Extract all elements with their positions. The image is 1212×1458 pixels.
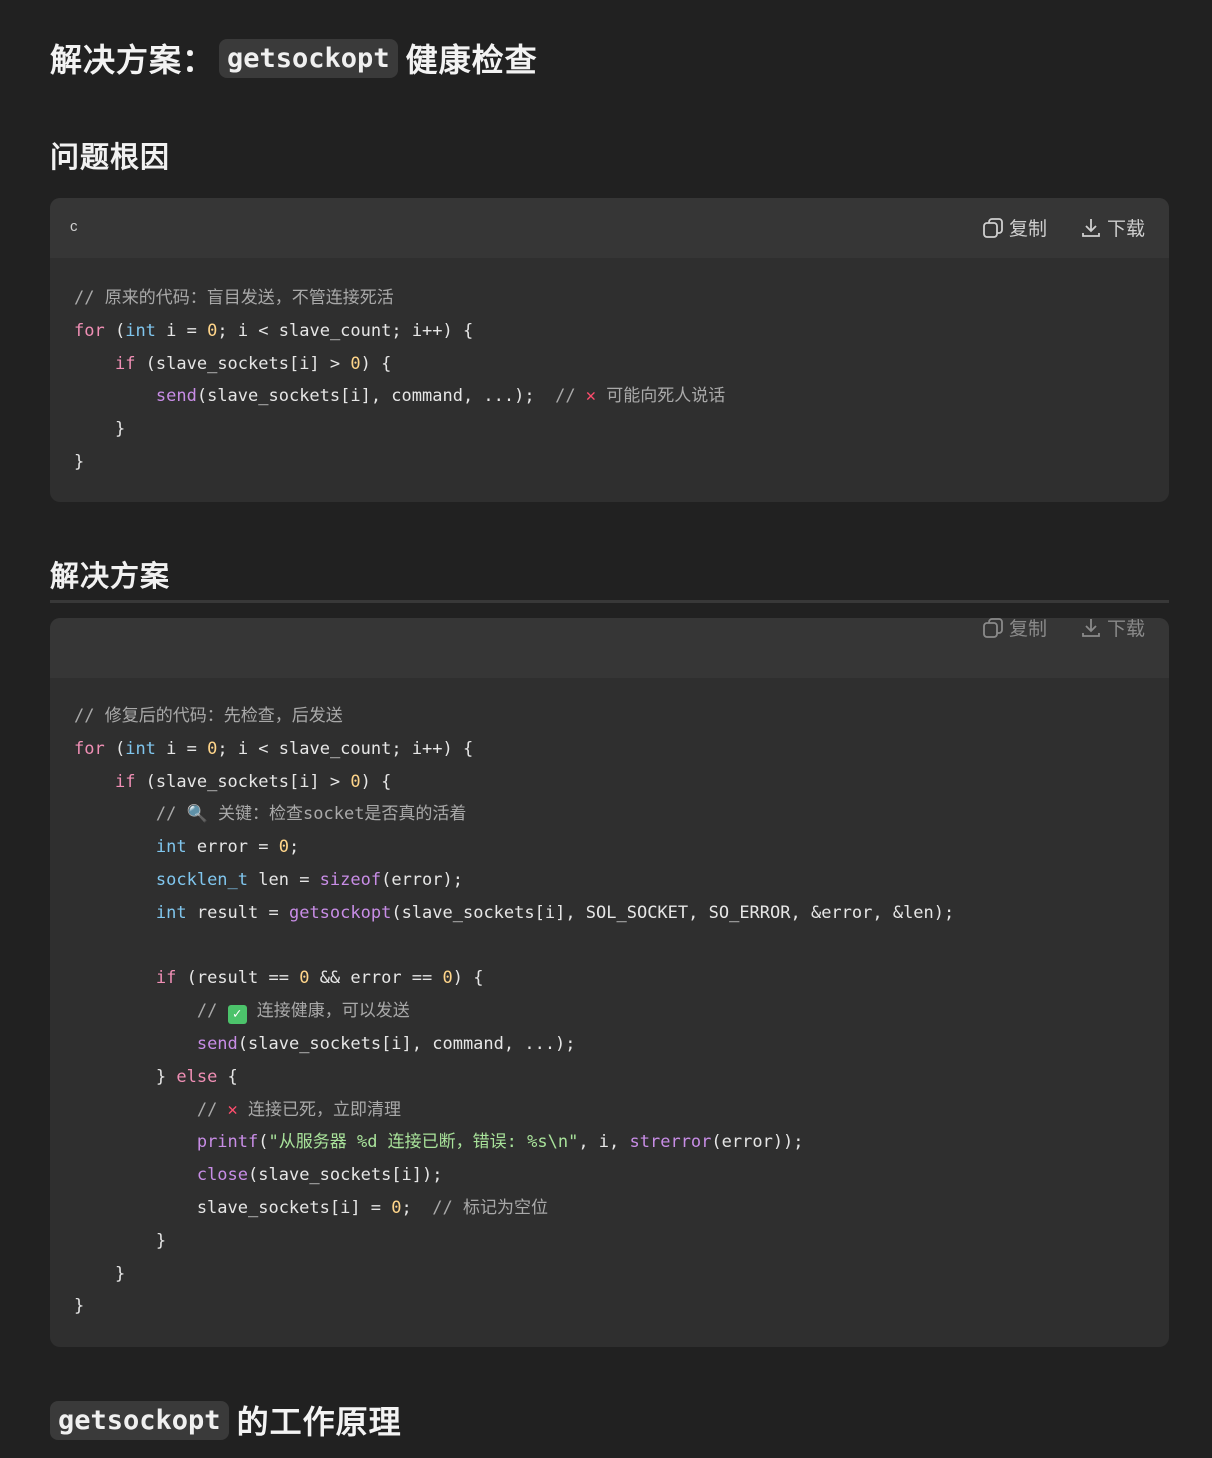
download-button[interactable]: 下载	[1079, 214, 1145, 241]
copy-button[interactable]: 复制	[981, 214, 1047, 241]
title-suffix: 健康检查	[405, 41, 538, 79]
copy-icon	[983, 217, 1003, 238]
code-content-original: // 原来的代码：盲目发送，不管连接死活 for (int i = 0; i <…	[74, 288, 726, 472]
download-icon	[1082, 618, 1100, 637]
copy-label: 复制	[1008, 218, 1047, 240]
section3-inline-code: getsockopt	[50, 1400, 229, 1440]
copy-label: 复制	[1008, 618, 1047, 640]
code-language-label: c	[70, 218, 78, 235]
section-heading-how-it-works: getsockopt 的工作原理	[50, 1394, 402, 1446]
cross-mark-icon: ✕	[585, 386, 597, 407]
code-block-original: c 复制 下载 // 原来的代码：盲目发送，不管连接死活 for (int i …	[50, 198, 1169, 502]
title-prefix: 解决方案：	[50, 41, 216, 79]
divider	[50, 600, 1169, 603]
download-label: 下载	[1106, 618, 1145, 640]
code-block-fixed: 复制 下载 // 修复后的代码：先检查，后发送 for (int i = 0; …	[50, 618, 1169, 1347]
section3-suffix: 的工作原理	[236, 1403, 402, 1441]
download-icon	[1082, 218, 1100, 237]
code-block-header: 复制 下载	[50, 618, 1169, 678]
section-heading-root-cause: 问题根因	[50, 140, 171, 174]
cross-mark-icon: ✕	[227, 1099, 238, 1120]
title-inline-code: getsockopt	[219, 38, 398, 78]
magnifier-icon: 🔍	[186, 804, 208, 825]
copy-icon	[983, 618, 1003, 638]
code-block-header: c 复制 下载	[50, 198, 1169, 258]
copy-button[interactable]: 复制	[981, 618, 1047, 641]
check-mark-icon: ✓	[227, 1005, 247, 1025]
page-title: 解决方案： getsockopt 健康检查	[50, 32, 538, 84]
section-heading-solution: 解决方案	[50, 559, 171, 593]
code-content-fixed: // 修复后的代码：先检查，后发送 for (int i = 0; i < sl…	[74, 706, 955, 1317]
download-label: 下载	[1106, 218, 1145, 240]
download-button[interactable]: 下载	[1079, 618, 1145, 641]
